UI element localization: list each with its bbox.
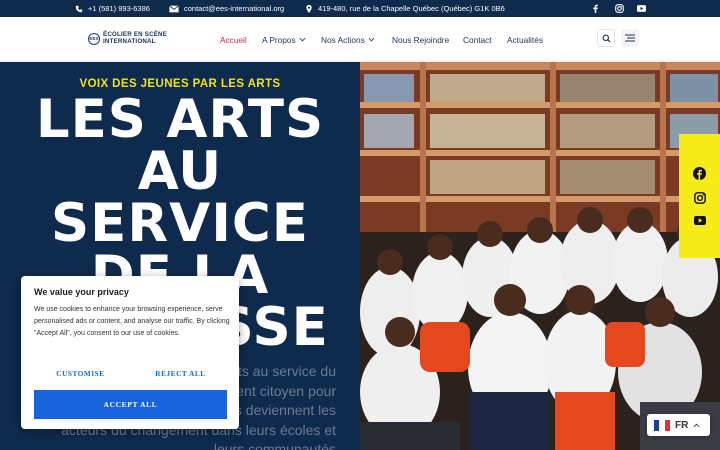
youtube-icon[interactable]: [693, 216, 706, 225]
search-button[interactable]: [597, 29, 615, 47]
instagram-icon: [615, 4, 624, 13]
logo-line-2: INTERNATIONAL: [103, 37, 156, 45]
phone-contact[interactable]: +1 (581) 993-6386: [75, 0, 150, 17]
page: +1 (581) 993-6386 contact@ees-internatio…: [0, 0, 720, 450]
chevron-down-icon: [299, 37, 306, 42]
headline-line: LES ARTS: [35, 89, 325, 150]
accept-all-button[interactable]: ACCEPT ALL: [34, 390, 227, 419]
headline-line: SERVICE: [50, 193, 310, 254]
cookie-description: We use cookies to enhance your browsing …: [34, 306, 230, 337]
logo-mark: EES: [88, 32, 100, 45]
address-contact[interactable]: 419-480, rue de la Chapelle Québec (Québ…: [305, 0, 505, 17]
social-strip: [679, 134, 720, 258]
nav-item-actualites[interactable]: Actualités: [507, 17, 543, 62]
hero-photo: [360, 62, 720, 450]
nav-label: A Propos: [262, 34, 296, 45]
menu-button[interactable]: [621, 29, 639, 47]
headline-line: AU: [137, 141, 223, 202]
nav-label: Contact: [463, 34, 492, 45]
nav-item-nos-actions[interactable]: Nos Actions: [321, 17, 375, 62]
top-bar: +1 (581) 993-6386 contact@ees-internatio…: [0, 0, 720, 17]
language-code: FR: [675, 419, 689, 431]
topbar-youtube[interactable]: [637, 0, 646, 17]
envelope-icon: [169, 4, 179, 12]
reject-all-button[interactable]: REJECT ALL: [134, 362, 227, 386]
address-text: 419-480, rue de la Chapelle Québec (Québ…: [318, 4, 505, 13]
nav-label: Nous Rejoindre: [392, 34, 450, 45]
france-flag-icon: [654, 419, 670, 431]
nav-item-contact[interactable]: Contact: [463, 17, 492, 62]
nav-label: Actualités: [507, 34, 543, 45]
email-address: contact@ees-international.org: [184, 4, 285, 13]
email-contact[interactable]: contact@ees-international.org: [169, 0, 284, 17]
site-header: EES ÉCOLIER EN SCÈNE INTERNATIONAL Accue…: [0, 17, 720, 62]
nav-item-a-propos[interactable]: A Propos: [262, 17, 306, 62]
search-icon: [602, 34, 611, 43]
youtube-icon: [637, 5, 646, 12]
facebook-icon: [593, 4, 598, 13]
nav-item-nous-rejoindre[interactable]: Nous Rejoindre: [392, 17, 449, 62]
chevron-up-icon: [693, 423, 700, 427]
facebook-icon[interactable]: [693, 167, 706, 180]
phone-icon: [75, 5, 83, 12]
logo-wordmark: ÉCOLIER EN SCÈNE INTERNATIONAL: [103, 31, 167, 45]
language-switcher[interactable]: FR: [647, 414, 710, 436]
cookie-title: We value your privacy: [34, 287, 129, 297]
topbar-facebook[interactable]: [592, 0, 599, 17]
nav-label: Accueil: [220, 34, 247, 45]
group-photo-image: [360, 62, 720, 450]
customise-button[interactable]: CUSTOMISE: [34, 362, 127, 386]
topbar-instagram[interactable]: [615, 0, 624, 17]
hamburger-menu-icon: [625, 34, 635, 42]
site-logo[interactable]: EES ÉCOLIER EN SCÈNE INTERNATIONAL: [88, 31, 167, 45]
nav-label: Nos Actions: [321, 34, 365, 45]
phone-number: +1 (581) 993-6386: [88, 4, 150, 13]
chevron-down-icon: [368, 37, 375, 42]
instagram-icon[interactable]: [693, 192, 706, 204]
nav-item-accueil[interactable]: Accueil: [220, 17, 247, 62]
cookie-consent-banner: We value your privacy We use cookies to …: [21, 276, 239, 429]
map-pin-icon: [306, 4, 312, 13]
